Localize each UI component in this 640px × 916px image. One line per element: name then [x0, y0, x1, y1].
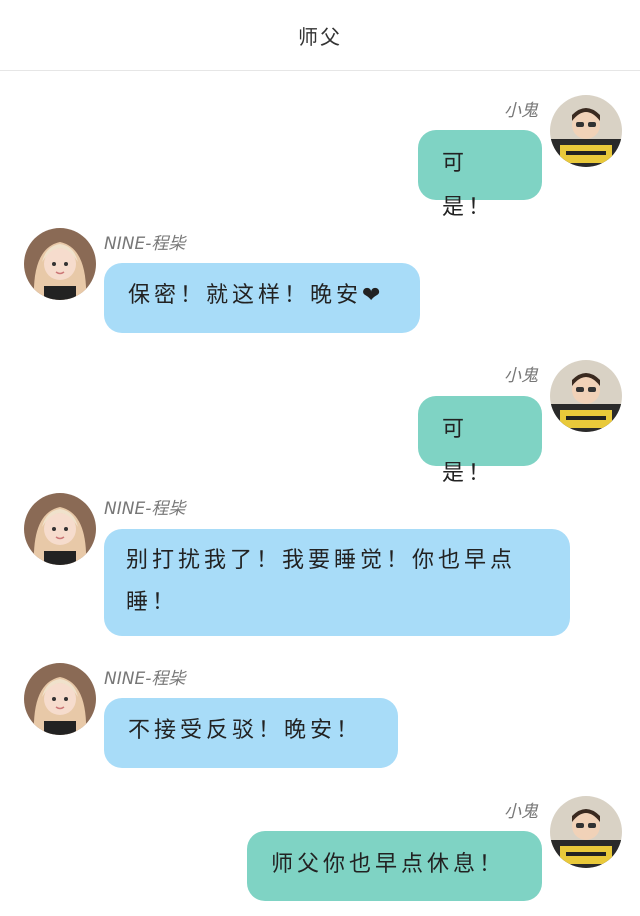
sender-name: NINE-程枈: [104, 234, 186, 254]
message-bubble[interactable]: 不接受反驳！晚安！: [104, 698, 398, 768]
message-bubble[interactable]: 可是！: [418, 130, 542, 220]
avatar-girl-icon[interactable]: [24, 228, 96, 300]
message-bubble[interactable]: 保密！就这样！晚安❤: [104, 263, 420, 333]
sender-name: 小鬼: [504, 366, 538, 386]
sender-name: 小鬼: [504, 802, 538, 822]
chat-title: 师父: [298, 24, 342, 49]
sender-name: NINE-程枈: [104, 669, 186, 689]
message-bubble[interactable]: 可是！: [418, 396, 542, 486]
chat-header: 师父: [0, 0, 640, 71]
avatar-girl-icon[interactable]: [24, 663, 96, 735]
message-bubble[interactable]: 师父你也早点休息！: [247, 831, 542, 901]
avatar-boy-icon[interactable]: [550, 95, 622, 167]
avatar-boy-icon[interactable]: [550, 796, 622, 868]
message-bubble[interactable]: 别打扰我了！我要睡觉！你也早点睡！: [104, 529, 570, 636]
avatar-girl-icon[interactable]: [24, 493, 96, 565]
sender-name: 小鬼: [504, 101, 538, 121]
avatar-boy-icon[interactable]: [550, 360, 622, 432]
sender-name: NINE-程枈: [104, 499, 186, 519]
